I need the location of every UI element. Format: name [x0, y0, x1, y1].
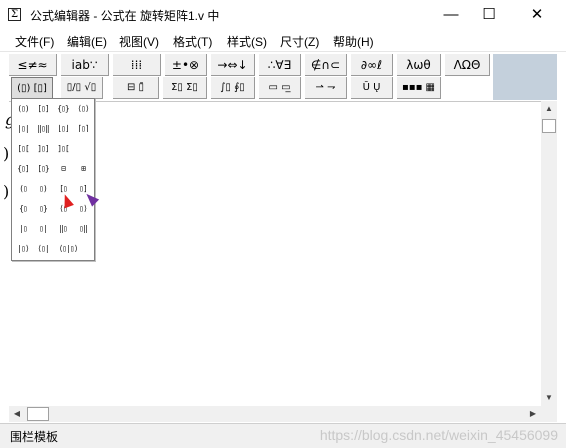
status-bar: 围栏模板 https://blog.csdn.net/weixin_454560…: [0, 423, 566, 448]
template-brace-bracket[interactable]: {▯]: [13, 160, 33, 178]
fraction-radical-button[interactable]: ▯/▯ √▯: [61, 77, 103, 99]
menu-format[interactable]: 格式(T): [173, 33, 212, 50]
partial-glyph: ): [3, 144, 10, 163]
greek-lower-button[interactable]: λωθ: [397, 54, 441, 76]
template-stacked[interactable]: ⊞: [73, 160, 93, 178]
app-icon: Σ: [8, 8, 21, 21]
matrix-button[interactable]: ▪▪▪ ▦: [397, 77, 441, 99]
template-right-bar[interactable]: ▯|: [33, 220, 53, 238]
template-norm[interactable]: ‖▯‖: [33, 120, 53, 138]
toolbar-empty-area: [493, 54, 557, 100]
misc-symbols-button[interactable]: ∂∞ℓ: [351, 54, 393, 76]
integral-button[interactable]: ∫▯ ∮▯: [211, 77, 255, 99]
vertical-scrollbar[interactable]: ▲ ▼: [541, 101, 557, 406]
template-floor[interactable]: ⌊▯⌋: [53, 120, 73, 138]
subscript-button[interactable]: ⊟ ▯̄: [113, 77, 159, 99]
status-text: 围栏模板: [10, 430, 59, 444]
scrollbar-corner: [541, 406, 557, 422]
maximize-button[interactable]: ☐: [466, 0, 512, 30]
underbar-overbar-button[interactable]: ▭ ▭̲: [259, 77, 301, 99]
template-bracket-close-open[interactable]: ]▯[: [53, 140, 73, 158]
template-bracket-close-close[interactable]: ]▯]: [33, 140, 53, 158]
horizontal-scroll-thumb[interactable]: [27, 407, 49, 421]
menu-bar: 文件(F) 编辑(E) 视图(V) 格式(T) 样式(S) 尺寸(Z) 帮助(H…: [0, 30, 566, 52]
menu-style[interactable]: 样式(S): [227, 33, 267, 50]
fence-templates-button[interactable]: (▯) [▯]: [11, 77, 53, 99]
template-parentheses[interactable]: (▯): [13, 100, 33, 118]
menu-help[interactable]: 帮助(H): [333, 33, 374, 50]
template-right-paren[interactable]: ▯): [33, 180, 53, 198]
template-braces[interactable]: {▯}: [53, 100, 73, 118]
template-angle-brackets[interactable]: ⟨▯⟩: [73, 100, 93, 118]
title-bar: Σ 公式编辑器 - 公式在 旋转矩阵1.v 中 — ☐ ✕: [0, 0, 566, 30]
set-theory-button[interactable]: ∉∩⊂: [305, 54, 347, 76]
greek-upper-button[interactable]: ΛΩΘ: [445, 54, 490, 76]
embellishments-button[interactable]: ⁞⁞⁞: [113, 54, 161, 76]
scroll-up-icon[interactable]: ▲: [541, 101, 557, 117]
template-brackets[interactable]: [▯]: [33, 100, 53, 118]
scroll-left-icon[interactable]: ◀: [9, 406, 25, 422]
products-button[interactable]: Ū Ų: [351, 77, 393, 99]
operators-button[interactable]: ±•⊗: [165, 54, 207, 76]
template-bra-ket[interactable]: ⟨▯|▯⟩: [53, 240, 83, 258]
logic-button[interactable]: ∴∀∃: [259, 54, 301, 76]
template-bracket-open-open[interactable]: [▯[: [13, 140, 33, 158]
template-right-brace[interactable]: ▯}: [33, 200, 53, 218]
template-right-double-bar[interactable]: ▯‖: [73, 220, 93, 238]
horizontal-scrollbar[interactable]: ◀ ▶: [9, 406, 541, 422]
template-binomial[interactable]: ⊟: [53, 160, 73, 178]
template-abs[interactable]: |▯|: [13, 120, 33, 138]
relations-button[interactable]: ≤≠≈: [9, 54, 57, 76]
template-ket[interactable]: |▯⟩: [13, 240, 33, 258]
fence-template-palette: (▯) [▯] {▯} ⟨▯⟩ |▯| ‖▯‖ ⌊▯⌋ ⌈▯⌉ [▯[ ]▯] …: [11, 98, 95, 261]
template-left-bar[interactable]: |▯: [13, 220, 33, 238]
window-title: 公式编辑器 - 公式在 旋转矩阵1.v 中: [30, 9, 220, 23]
partial-glyph: ): [3, 182, 10, 201]
template-left-paren[interactable]: (▯: [13, 180, 33, 198]
menu-size[interactable]: 尺寸(Z): [280, 33, 319, 50]
scroll-down-icon[interactable]: ▼: [541, 390, 557, 406]
menu-view[interactable]: 视图(V): [119, 33, 159, 50]
template-ceiling[interactable]: ⌈▯⌉: [73, 120, 93, 138]
vertical-scroll-thumb[interactable]: [542, 119, 556, 133]
menu-file[interactable]: 文件(F): [15, 33, 54, 50]
watermark: https://blog.csdn.net/weixin_45456099: [319, 427, 558, 443]
close-button[interactable]: ✕: [514, 0, 560, 30]
arrows-button[interactable]: →⇔↓: [211, 54, 255, 76]
scroll-right-icon[interactable]: ▶: [525, 406, 541, 422]
menu-edit[interactable]: 编辑(E): [67, 33, 107, 50]
spaces-button[interactable]: ⅰab∵: [61, 54, 109, 76]
template-bra[interactable]: ⟨▯|: [33, 240, 53, 258]
summation-button[interactable]: Σ▯ Σ▯: [163, 77, 207, 99]
template-left-double-bar[interactable]: ‖▯: [53, 220, 73, 238]
template-left-brace[interactable]: {▯: [13, 200, 33, 218]
template-bracket-brace[interactable]: [▯}: [33, 160, 53, 178]
labeled-arrow-button[interactable]: ⇀ ⇁: [305, 77, 347, 99]
